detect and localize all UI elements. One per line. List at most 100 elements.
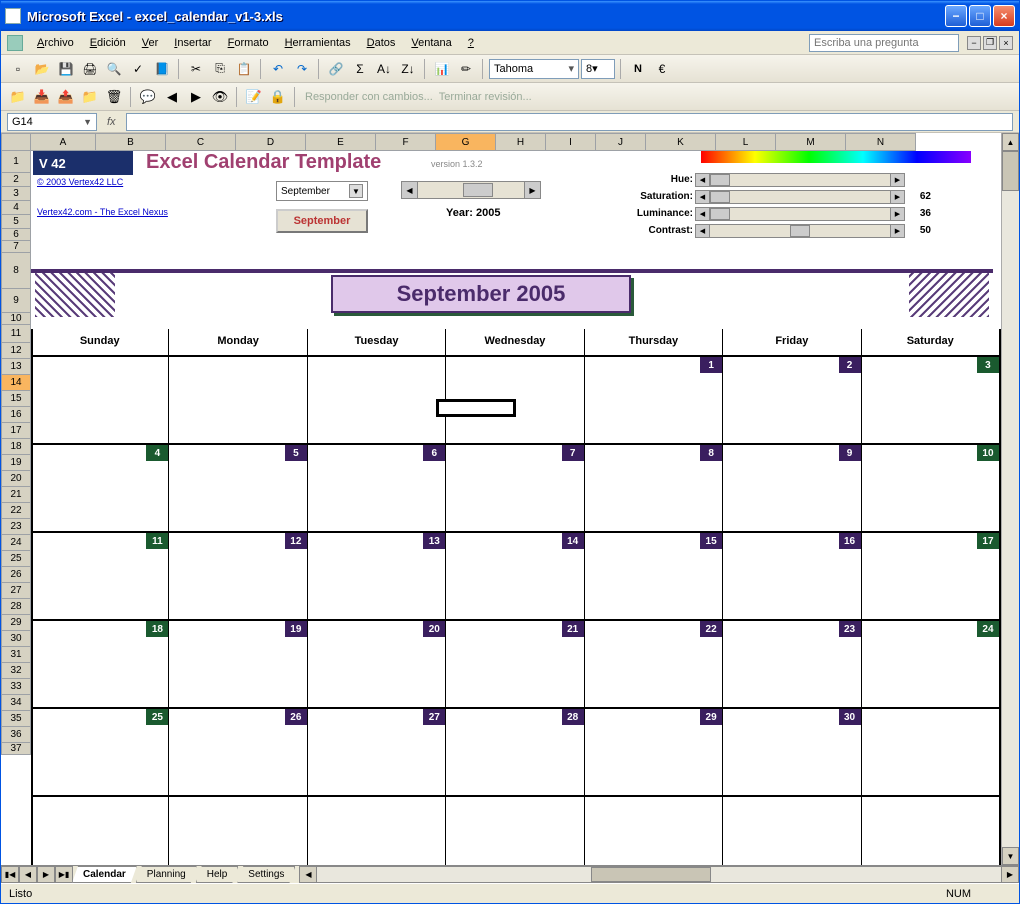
column-header-J[interactable]: J bbox=[596, 133, 646, 151]
chart-icon[interactable]: 📊 bbox=[431, 58, 453, 80]
menu-ventana[interactable]: Ventana bbox=[403, 35, 459, 51]
close-button[interactable]: × bbox=[993, 5, 1015, 27]
arrow-right-icon[interactable]: ▶ bbox=[890, 174, 904, 186]
folder-in-icon[interactable]: 📥 bbox=[31, 86, 53, 108]
menu-?[interactable]: ? bbox=[460, 35, 482, 51]
comment-icon[interactable]: 💬 bbox=[137, 86, 159, 108]
row-header-21[interactable]: 21 bbox=[1, 487, 31, 503]
calendar-cell[interactable]: 5 bbox=[169, 445, 307, 531]
calendar-cell[interactable] bbox=[31, 797, 169, 865]
respond-changes-button[interactable]: Responder con cambios... bbox=[305, 91, 433, 103]
menu-ver[interactable]: Ver bbox=[134, 35, 167, 51]
arrow-right-icon[interactable]: ▶ bbox=[890, 191, 904, 203]
calendar-cell[interactable] bbox=[862, 709, 1001, 795]
column-header-K[interactable]: K bbox=[646, 133, 716, 151]
row-header-22[interactable]: 22 bbox=[1, 503, 31, 519]
column-header-F[interactable]: F bbox=[376, 133, 436, 151]
row-header-14[interactable]: 14 bbox=[1, 375, 31, 391]
con-slider[interactable]: ◀▶ bbox=[695, 224, 905, 238]
row-header-31[interactable]: 31 bbox=[1, 647, 31, 663]
row-header-36[interactable]: 36 bbox=[1, 727, 31, 743]
slider-thumb[interactable] bbox=[710, 208, 730, 220]
calendar-cell[interactable] bbox=[723, 797, 861, 865]
row-header-6[interactable]: 6 bbox=[1, 229, 31, 241]
help-search-input[interactable] bbox=[809, 34, 959, 52]
horizontal-scrollbar[interactable]: ◀ ▶ bbox=[299, 866, 1019, 883]
row-header-33[interactable]: 33 bbox=[1, 679, 31, 695]
slider-thumb[interactable] bbox=[710, 191, 730, 203]
column-header-H[interactable]: H bbox=[496, 133, 546, 151]
row-header-8[interactable]: 8 bbox=[1, 253, 31, 289]
column-header-M[interactable]: M bbox=[776, 133, 846, 151]
menu-insertar[interactable]: Insertar bbox=[166, 35, 219, 51]
row-header-32[interactable]: 32 bbox=[1, 663, 31, 679]
calendar-cell[interactable]: 14 bbox=[446, 533, 584, 619]
folder-icon[interactable]: 📁 bbox=[7, 86, 29, 108]
sort-asc-icon[interactable]: A↓ bbox=[373, 58, 395, 80]
tab-next-button[interactable]: ▶ bbox=[37, 866, 55, 883]
menu-formato[interactable]: Formato bbox=[220, 35, 277, 51]
euro-button[interactable]: € bbox=[651, 58, 673, 80]
menu-archivo[interactable]: Archivo bbox=[29, 35, 82, 51]
row-header-10[interactable]: 10 bbox=[1, 313, 31, 325]
calendar-cell[interactable]: 18 bbox=[31, 621, 169, 707]
column-header-E[interactable]: E bbox=[306, 133, 376, 151]
comment-show-icon[interactable]: 👁 bbox=[209, 86, 231, 108]
arrow-right-icon[interactable]: ▶ bbox=[1001, 866, 1019, 883]
calendar-cell[interactable]: 23 bbox=[723, 621, 861, 707]
calendar-cell[interactable]: 13 bbox=[308, 533, 446, 619]
row-header-12[interactable]: 12 bbox=[1, 343, 31, 359]
calendar-cell[interactable] bbox=[585, 797, 723, 865]
month-dropdown[interactable]: September▼ bbox=[276, 181, 368, 201]
vertex42-link[interactable]: Vertex42.com - The Excel Nexus bbox=[37, 207, 168, 217]
redo-icon[interactable]: ↷ bbox=[291, 58, 313, 80]
arrow-left-icon[interactable]: ◀ bbox=[696, 208, 710, 220]
comment-next-icon[interactable]: ▶ bbox=[185, 86, 207, 108]
calendar-cell[interactable]: 26 bbox=[169, 709, 307, 795]
hyperlink-icon[interactable]: 🔗 bbox=[325, 58, 347, 80]
row-header-2[interactable]: 2 bbox=[1, 173, 31, 187]
minimize-button[interactable]: − bbox=[945, 5, 967, 27]
calendar-cell[interactable] bbox=[446, 797, 584, 865]
menu-edición[interactable]: Edición bbox=[82, 35, 134, 51]
arrow-right-icon[interactable]: ▶ bbox=[890, 225, 904, 237]
comment-prev-icon[interactable]: ◀ bbox=[161, 86, 183, 108]
hue-slider[interactable]: ◀▶ bbox=[695, 173, 905, 187]
slider-thumb[interactable] bbox=[710, 174, 730, 186]
save-icon[interactable]: 💾 bbox=[55, 58, 77, 80]
cut-icon[interactable]: ✂ bbox=[185, 58, 207, 80]
calendar-cell[interactable]: 6 bbox=[308, 445, 446, 531]
row-header-28[interactable]: 28 bbox=[1, 599, 31, 615]
calendar-cell[interactable]: 19 bbox=[169, 621, 307, 707]
sat-slider[interactable]: ◀▶ bbox=[695, 190, 905, 204]
year-scrollbar[interactable]: ◀▶ bbox=[401, 181, 541, 199]
track-changes-icon[interactable]: 📝 bbox=[243, 86, 265, 108]
calendar-cell[interactable]: 3 bbox=[862, 357, 1001, 443]
calendar-cell[interactable] bbox=[308, 357, 446, 443]
column-header-I[interactable]: I bbox=[546, 133, 596, 151]
calendar-cell[interactable]: 10 bbox=[862, 445, 1001, 531]
calendar-cell[interactable]: 8 bbox=[585, 445, 723, 531]
arrow-left-icon[interactable]: ◀ bbox=[696, 174, 710, 186]
scroll-thumb[interactable] bbox=[463, 183, 493, 197]
calendar-cell[interactable]: 30 bbox=[723, 709, 861, 795]
calendar-cell[interactable]: 7 bbox=[446, 445, 584, 531]
row-header-9[interactable]: 9 bbox=[1, 289, 31, 313]
arrow-right-icon[interactable]: ▶ bbox=[890, 208, 904, 220]
lum-slider[interactable]: ◀▶ bbox=[695, 207, 905, 221]
row-header-23[interactable]: 23 bbox=[1, 519, 31, 535]
copy-icon[interactable]: ⎘ bbox=[209, 58, 231, 80]
column-header-N[interactable]: N bbox=[846, 133, 916, 151]
scroll-thumb[interactable] bbox=[591, 867, 711, 882]
calendar-cell[interactable]: 12 bbox=[169, 533, 307, 619]
arrow-left-icon[interactable]: ◀ bbox=[696, 225, 710, 237]
row-header-29[interactable]: 29 bbox=[1, 615, 31, 631]
menu-datos[interactable]: Datos bbox=[359, 35, 404, 51]
arrow-right-icon[interactable]: ▶ bbox=[524, 182, 540, 198]
row-header-34[interactable]: 34 bbox=[1, 695, 31, 711]
select-all-button[interactable] bbox=[1, 133, 31, 151]
row-header-26[interactable]: 26 bbox=[1, 567, 31, 583]
preview-icon[interactable]: 🔍 bbox=[103, 58, 125, 80]
arrow-down-icon[interactable]: ▼ bbox=[1002, 847, 1019, 865]
arrow-left-icon[interactable]: ◀ bbox=[402, 182, 418, 198]
